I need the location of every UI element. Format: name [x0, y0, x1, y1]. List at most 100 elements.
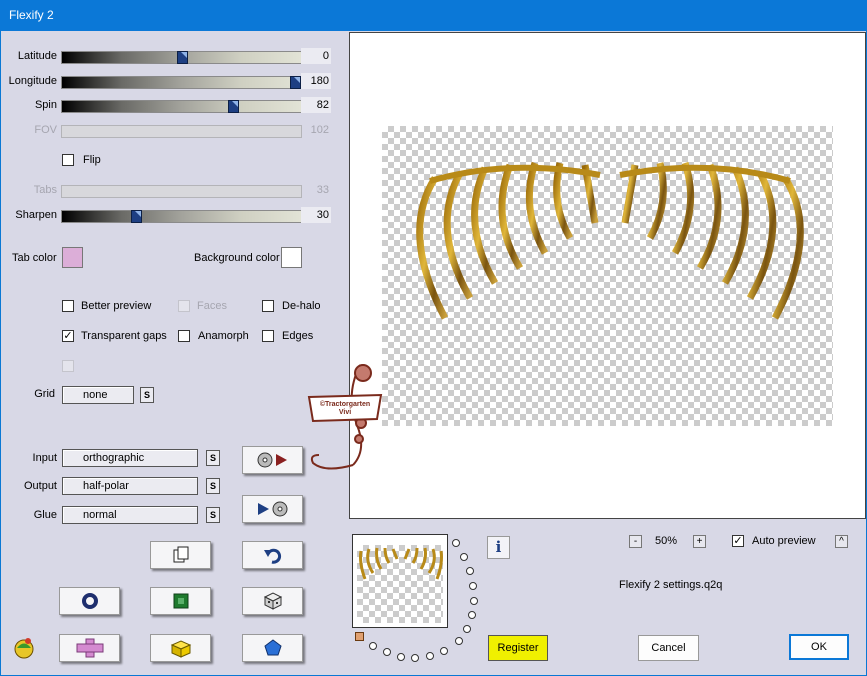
tabs-value: 33: [316, 184, 329, 196]
disc-to-play-icon: [257, 452, 287, 468]
ok-button[interactable]: OK: [789, 634, 849, 660]
undo-button[interactable]: [242, 541, 303, 569]
sharpen-label: Sharpen: [15, 209, 57, 221]
tabs-slider: [61, 185, 302, 198]
longitude-value[interactable]: 180: [301, 73, 331, 89]
window-title: Flexify 2: [0, 0, 867, 31]
edges-checkbox[interactable]: [262, 330, 274, 342]
pentagon-button[interactable]: [242, 634, 303, 662]
latitude-label: Latitude: [17, 50, 57, 62]
nav-dot[interactable]: [466, 567, 474, 575]
nav-dot[interactable]: [469, 582, 477, 590]
cancel-button[interactable]: Cancel: [638, 635, 699, 661]
better-preview-checkbox[interactable]: [62, 300, 74, 312]
zoom-in-button[interactable]: +: [693, 535, 706, 548]
de-halo-label: De-halo: [282, 300, 321, 312]
anamorph-label: Anamorph: [198, 330, 249, 342]
anamorph-checkbox[interactable]: [178, 330, 190, 342]
longitude-thumb[interactable]: [290, 76, 301, 89]
fov-slider: [61, 125, 302, 138]
export-projection-button[interactable]: [242, 495, 303, 523]
better-preview-label: Better preview: [81, 300, 152, 312]
green-square-icon: [173, 593, 188, 609]
unlabeled-checkbox: [62, 360, 74, 372]
grid-s-button[interactable]: S: [140, 387, 154, 403]
nav-dot[interactable]: [463, 625, 471, 633]
flexify-logo-icon: [14, 638, 34, 659]
glue-s-button[interactable]: S: [206, 507, 220, 523]
background-color-label: Background color: [194, 252, 280, 264]
copy-button[interactable]: [150, 541, 211, 569]
fov-label: FOV: [34, 124, 57, 136]
longitude-slider[interactable]: [61, 76, 302, 89]
import-projection-button[interactable]: [242, 446, 303, 474]
auto-preview-toggle-button[interactable]: ^: [835, 535, 848, 548]
register-button[interactable]: Register: [488, 635, 548, 661]
nav-dot[interactable]: [440, 647, 448, 655]
sharpen-slider[interactable]: [61, 210, 302, 223]
background-color-swatch[interactable]: [281, 247, 302, 268]
nav-dot[interactable]: [470, 597, 478, 605]
tab-color-label: Tab color: [12, 252, 57, 264]
preview-thumbnail[interactable]: [352, 534, 448, 628]
spin-value[interactable]: 82: [301, 97, 331, 113]
flip-checkbox[interactable]: [62, 154, 74, 166]
input-s-button[interactable]: S: [206, 450, 220, 466]
faces-label: Faces: [197, 300, 227, 312]
nav-dot[interactable]: [383, 648, 391, 656]
grid-label: Grid: [34, 388, 55, 400]
sharpen-value[interactable]: 30: [301, 207, 331, 223]
preview-canvas[interactable]: [349, 32, 866, 519]
latitude-slider[interactable]: [61, 51, 302, 64]
faces-checkbox: [178, 300, 190, 312]
play-to-disc-icon: [257, 501, 287, 517]
yellow-cube-icon: [170, 640, 191, 658]
spin-label: Spin: [34, 99, 57, 111]
dialog-body: Latitude 0 Longitude 180 Spin 82 FOV 102…: [1, 31, 866, 675]
fov-value: 102: [310, 124, 329, 136]
sharpen-thumb[interactable]: [131, 210, 142, 223]
ring-button[interactable]: [59, 587, 120, 615]
pink-cross-icon: [76, 638, 103, 658]
latitude-value[interactable]: 0: [301, 48, 331, 64]
spin-thumb[interactable]: [228, 100, 239, 113]
nav-dot[interactable]: [369, 642, 377, 650]
nav-dot[interactable]: [455, 637, 463, 645]
glue-select[interactable]: normal: [62, 506, 198, 524]
zoom-out-button[interactable]: -: [629, 535, 642, 548]
preview-image: [416, 161, 804, 320]
auto-preview-checkbox[interactable]: ✓: [732, 535, 744, 547]
dice-icon: [263, 592, 282, 610]
nav-dot[interactable]: [397, 653, 405, 661]
longitude-label: Longitude: [8, 75, 57, 87]
randomize-button[interactable]: [242, 587, 303, 615]
output-s-button[interactable]: S: [206, 478, 220, 494]
watermark-text: ©Tractorgarten Vivi: [319, 401, 371, 416]
input-label: Input: [32, 452, 57, 464]
spin-slider[interactable]: [61, 100, 302, 113]
blue-pentagon-icon: [263, 639, 282, 656]
output-select[interactable]: half-polar: [62, 477, 198, 495]
edges-label: Edges: [282, 330, 314, 342]
latitude-thumb[interactable]: [177, 51, 188, 64]
tab-color-swatch[interactable]: [62, 247, 83, 268]
nav-dot[interactable]: [426, 652, 434, 660]
nav-dot[interactable]: [468, 611, 476, 619]
grid-select[interactable]: none: [62, 386, 134, 404]
cube-button[interactable]: [150, 634, 211, 662]
nav-dot[interactable]: [452, 539, 460, 547]
flip-label: Flip: [83, 154, 101, 166]
cross-button[interactable]: [59, 634, 120, 662]
input-select[interactable]: orthographic: [62, 449, 198, 467]
nav-dot-selected[interactable]: [355, 632, 364, 641]
tabs-label: Tabs: [33, 184, 57, 196]
square-button[interactable]: [150, 587, 211, 615]
nav-dot[interactable]: [411, 654, 419, 662]
nav-dot[interactable]: [460, 553, 468, 561]
transparent-gaps-checkbox[interactable]: ✓: [62, 330, 74, 342]
undo-arrow-icon: [263, 548, 281, 564]
ring-icon: [81, 593, 98, 609]
de-halo-checkbox[interactable]: [262, 300, 274, 312]
info-button[interactable]: i: [487, 536, 510, 559]
output-label: Output: [23, 480, 57, 492]
